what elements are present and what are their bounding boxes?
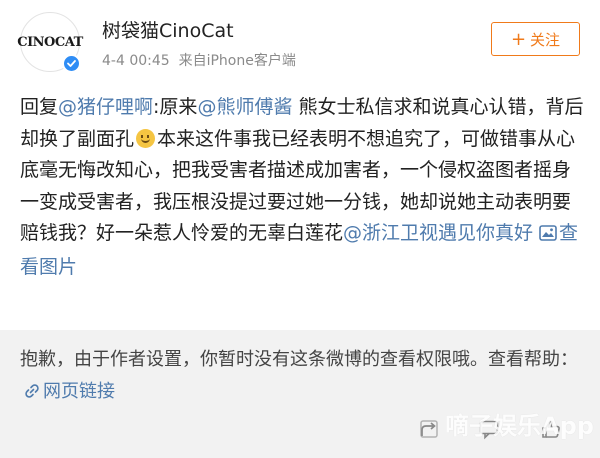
mention-zhejiangtv[interactable]: @浙江卫视遇见你真好 [343, 222, 533, 244]
plus-icon: + [510, 28, 527, 50]
timestamp: 4-4 00:45 [102, 53, 170, 69]
follow-button[interactable]: + 关注 [491, 22, 580, 56]
image-icon [539, 220, 557, 252]
notice-text-block: 抱歉，由于作者设置，你暂时没有这条微博的查看权限哦。查看帮助： 网页链接 [20, 344, 585, 409]
content-seg1: :原来 [153, 96, 198, 118]
source-device: iPhone客户端 [206, 53, 296, 69]
mention-xiongshifu[interactable]: @熊师傅酱 [197, 96, 292, 118]
link-icon [24, 378, 40, 410]
post-meta: 4-4 00:45 来自iPhone客户端 [102, 50, 296, 70]
reply-prefix: 回复 [20, 96, 59, 118]
avatar-logo: CINOCAT [17, 34, 83, 50]
smiley-emoji-icon [136, 128, 156, 148]
repost-icon[interactable] [418, 418, 440, 444]
post-header: CINOCAT 树袋猫CinoCat 4-4 00:45 来自iPhone客户端… [0, 0, 600, 80]
post-content: 回复@猪仔哩啊:原来@熊师傅酱 熊女士私信求和说真心认错，背后却换了副面孔 本来这… [20, 92, 585, 283]
mention-zhuzai[interactable]: @猪仔哩啊 [58, 96, 153, 118]
notice-text: 抱歉，由于作者设置，你暂时没有这条微博的查看权限哦。查看帮助： [20, 349, 578, 370]
verified-badge-icon [62, 54, 81, 73]
username[interactable]: 树袋猫CinoCat [102, 16, 234, 43]
follow-label: 关注 [530, 30, 561, 49]
watermark: 嘀子娱乐App [445, 412, 594, 440]
web-link[interactable]: 网页链接 [43, 381, 115, 402]
source-prefix: 来自 [178, 53, 207, 69]
